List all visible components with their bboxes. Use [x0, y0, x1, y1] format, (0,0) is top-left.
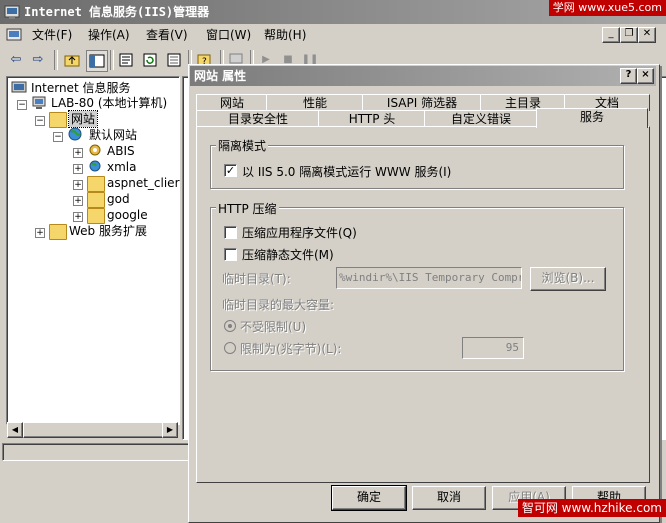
- mdi-close-icon[interactable]: ✕: [638, 27, 656, 43]
- isolation-checkbox-label[interactable]: 以 IIS 5.0 隔离模式运行 WWW 服务(I): [242, 163, 451, 180]
- refresh-icon[interactable]: [140, 50, 160, 70]
- expand-icon[interactable]: +: [73, 212, 83, 222]
- tab-service[interactable]: 服务: [536, 108, 648, 128]
- scroll-left-icon[interactable]: ◀: [7, 422, 23, 438]
- dialog-close-icon[interactable]: ×: [637, 68, 654, 84]
- temp-dir-input[interactable]: %windir%\IIS Temporary Compres: [336, 267, 522, 289]
- back-arrow-icon[interactable]: ⇦: [6, 50, 26, 70]
- dialog-titlebar[interactable]: 网站 属性: [190, 66, 656, 86]
- console-tree[interactable]: Internet 信息服务 − LAB-80 (本地计算机) − 网站 − 默认…: [6, 76, 180, 425]
- compress-app-label[interactable]: 压缩应用程序文件(Q): [242, 224, 357, 241]
- collapse-icon[interactable]: −: [35, 116, 45, 126]
- browse-button[interactable]: 浏览(B)...: [530, 267, 606, 291]
- tree-item-child[interactable]: god: [107, 191, 130, 207]
- cancel-button[interactable]: 取消: [412, 486, 486, 510]
- main-window-title: Internet 信息服务(IIS)管理器: [24, 5, 210, 19]
- limit-size-input[interactable]: 95: [462, 337, 524, 359]
- limit-radio[interactable]: [224, 342, 236, 354]
- menu-view[interactable]: 查看(V): [142, 24, 192, 46]
- watermark-top: 学网 www.xue5.com: [548, 0, 666, 16]
- compress-static-checkbox[interactable]: [224, 248, 237, 261]
- globe-icon: [68, 127, 82, 141]
- scroll-thumb[interactable]: [23, 422, 165, 438]
- dialog-title: 网站 属性: [194, 69, 247, 83]
- tree-item-computer[interactable]: LAB-80 (本地计算机): [51, 95, 167, 111]
- tab-http-headers[interactable]: HTTP 头: [318, 110, 426, 127]
- compress-app-checkbox[interactable]: [224, 226, 237, 239]
- forward-arrow-icon[interactable]: ⇨: [28, 50, 48, 70]
- tree-item-child[interactable]: google: [107, 207, 148, 223]
- gear-folder-icon: [89, 144, 101, 156]
- expand-icon[interactable]: +: [73, 164, 83, 174]
- tab-performance[interactable]: 性能: [266, 94, 364, 111]
- tree-item-child[interactable]: aspnet_clier: [107, 175, 180, 191]
- collapse-icon[interactable]: −: [53, 132, 63, 142]
- unlimited-radio[interactable]: [224, 320, 236, 332]
- mdi-restore-icon[interactable]: ❐: [620, 27, 638, 43]
- tab-website[interactable]: 网站: [196, 94, 268, 111]
- mmc-doc-icon: [6, 28, 22, 41]
- isolation-checkbox[interactable]: ✓: [224, 164, 237, 177]
- tab-isapi-filters[interactable]: ISAPI 筛选器: [362, 94, 482, 111]
- mdi-minimize-icon[interactable]: _: [602, 27, 620, 43]
- folder-icon: [49, 224, 67, 240]
- compression-group-title: HTTP 压缩: [216, 200, 279, 217]
- menu-action[interactable]: 操作(A): [84, 24, 134, 46]
- iis-app-icon: [4, 5, 20, 19]
- toolbar-separator: [54, 50, 58, 70]
- folder-icon: [87, 176, 105, 192]
- compress-static-label[interactable]: 压缩静态文件(M): [242, 246, 334, 263]
- menu-window[interactable]: 窗口(W): [202, 24, 255, 46]
- tree-item-websites[interactable]: 网站: [67, 110, 99, 128]
- limit-radio-label[interactable]: 限制为(兆字节)(L):: [240, 340, 341, 357]
- collapse-icon[interactable]: −: [17, 100, 27, 110]
- menu-help[interactable]: 帮助(H): [260, 24, 310, 46]
- folder-icon: [87, 208, 105, 224]
- properties-icon[interactable]: [116, 50, 136, 70]
- tree-item-web-ext[interactable]: Web 服务扩展: [69, 223, 147, 239]
- tree-item-default-site[interactable]: 默认网站: [89, 127, 137, 143]
- show-hide-tree-icon[interactable]: [86, 50, 108, 72]
- menu-file[interactable]: 文件(F): [28, 24, 76, 46]
- dialog-help-icon[interactable]: ?: [620, 68, 637, 84]
- globe-icon: [89, 160, 101, 172]
- folder-icon: [87, 192, 105, 208]
- menu-bar: 文件(F) 操作(A) 查看(V) 窗口(W) 帮助(H): [0, 24, 666, 46]
- temp-dir-label: 临时目录(T):: [222, 272, 291, 286]
- tab-directory-security[interactable]: 目录安全性: [196, 110, 320, 127]
- expand-icon[interactable]: +: [73, 196, 83, 206]
- iis-root-icon: [11, 81, 27, 93]
- ok-button[interactable]: 确定: [331, 485, 407, 511]
- expand-icon[interactable]: +: [73, 148, 83, 158]
- tree-item-child[interactable]: xmla: [107, 159, 136, 175]
- max-size-label: 临时目录的最大容量:: [222, 298, 335, 312]
- computer-icon: [32, 96, 46, 109]
- up-folder-icon[interactable]: [62, 50, 82, 70]
- scroll-right-icon[interactable]: ▶: [162, 422, 178, 438]
- expand-icon[interactable]: +: [73, 180, 83, 190]
- expand-icon[interactable]: +: [35, 228, 45, 238]
- tree-horizontal-scrollbar[interactable]: ◀ ▶: [7, 422, 178, 438]
- unlimited-radio-label[interactable]: 不受限制(U): [240, 318, 306, 335]
- isolation-group-title: 隔离模式: [216, 137, 269, 154]
- tab-custom-errors[interactable]: 自定义错误: [424, 110, 538, 127]
- toolbar-separator: [110, 50, 114, 70]
- tree-item-child[interactable]: ABIS: [107, 143, 135, 159]
- folder-icon: [49, 112, 67, 128]
- watermark-bottom: 智可网 www.hzhike.com: [517, 499, 666, 517]
- tree-item-iis-root[interactable]: Internet 信息服务: [31, 80, 130, 96]
- export-list-icon[interactable]: [164, 50, 184, 70]
